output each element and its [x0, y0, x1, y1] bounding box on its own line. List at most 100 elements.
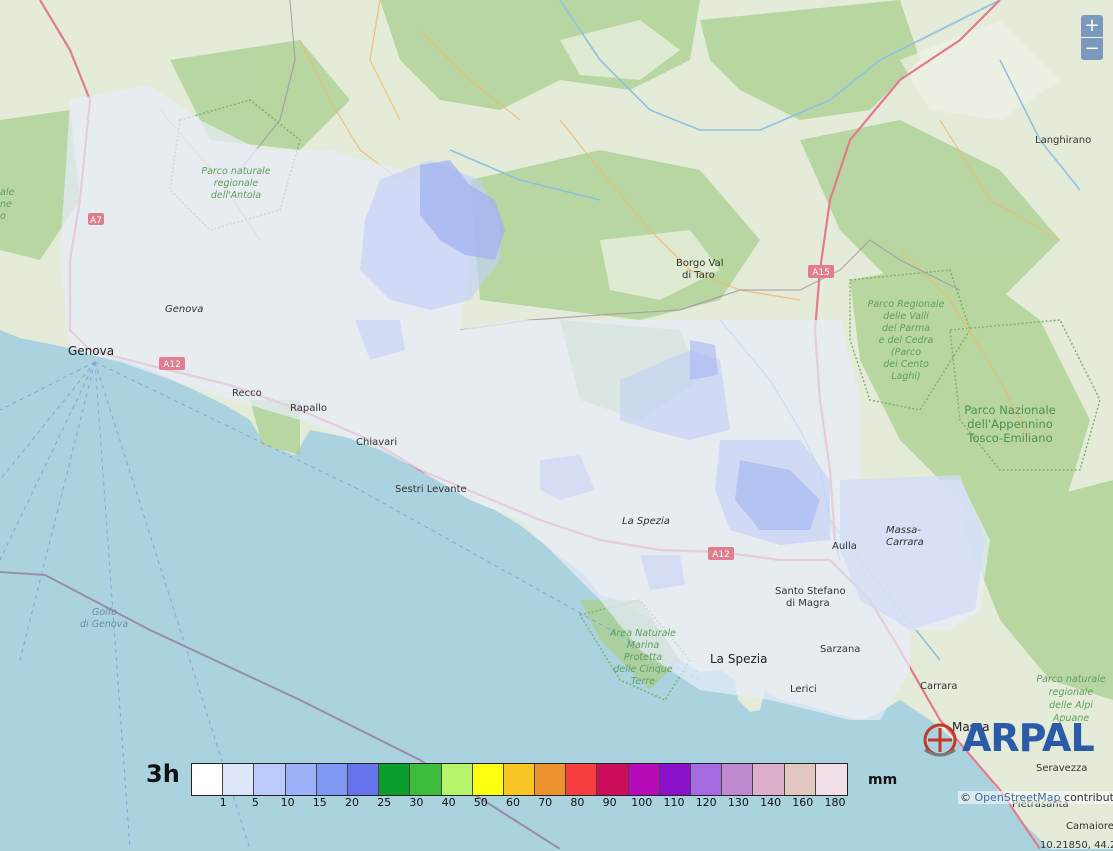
label-cedra-6: dei Cento — [883, 359, 929, 370]
legend-title: 3h — [146, 760, 180, 788]
label-cedra-2: delle Valli — [883, 311, 929, 322]
legend-tick-label: 10 — [280, 796, 295, 809]
legend-swatch — [410, 764, 442, 795]
legend-swatch — [347, 764, 380, 795]
label-appennino-1: Parco Nazionale — [964, 403, 1055, 417]
legend-tick-label: 25 — [377, 796, 392, 809]
label-chiavari: Chiavari — [356, 437, 397, 448]
label-alpi-1: Parco naturale — [1036, 674, 1105, 685]
label-cedra-7: Laghi) — [891, 371, 921, 382]
legend-tick-label: 180 — [824, 796, 846, 809]
arpal-emblem-icon — [923, 723, 957, 757]
label-cinque-3: Protetta — [624, 652, 662, 663]
legend-tick-label: 20 — [345, 796, 359, 809]
legend-swatch — [441, 764, 473, 795]
legend-swatch — [784, 764, 816, 795]
label-langhirano: Langhirano — [1035, 135, 1091, 146]
legend-swatch — [316, 764, 348, 795]
legend-swatch — [628, 764, 660, 795]
legend-tick-label: 1 — [219, 796, 227, 809]
zoom-in-button[interactable]: + — [1081, 15, 1103, 37]
label-appennino-2: dell'Appennino — [967, 417, 1053, 431]
label-left-park-1: ale — [0, 187, 14, 198]
legend-unit: mm — [868, 772, 898, 788]
label-antola-1: Parco naturale — [201, 166, 270, 177]
label-genova-region: Genova — [165, 304, 203, 315]
legend-swatch — [691, 764, 723, 795]
label-cinque-5: Terre — [631, 676, 655, 687]
label-cinque-1: Area Naturale — [609, 628, 676, 639]
label-rapallo: Rapallo — [290, 403, 327, 414]
legend-tick-label: 120 — [695, 796, 717, 809]
label-cedra-4: e del Cedra — [879, 335, 934, 346]
label-sarzana: Sarzana — [820, 644, 860, 655]
legend-tick-label: 70 — [538, 796, 553, 809]
legend-swatch — [597, 764, 629, 795]
precipitation-legend: 3h 1 5 10 15 20 25 30 40 50 60 70 80 90 100 110 120 130 1… — [140, 760, 910, 810]
label-santo-stefano: Santo Stefano — [775, 586, 846, 597]
legend-swatch — [535, 764, 567, 795]
legend-tick-label: 110 — [663, 796, 685, 809]
label-aulla: Aulla — [832, 541, 857, 552]
label-left-park-3: o — [0, 211, 6, 222]
label-antola-2: regionale — [214, 178, 259, 189]
label-genova: Genova — [68, 344, 114, 358]
legend-tick-label: 30 — [409, 796, 424, 809]
legend-color-bar — [191, 763, 848, 796]
label-massa: Massa- — [886, 525, 921, 536]
legend-tick-label: 130 — [727, 796, 749, 809]
openstreetmap-link[interactable]: OpenStreetMap — [975, 791, 1061, 804]
legend-swatch — [503, 764, 536, 795]
label-lerici: Lerici — [790, 684, 817, 695]
legend-swatch — [223, 764, 255, 795]
zoom-out-button[interactable]: − — [1081, 38, 1103, 60]
label-alpi-2: regionale — [1049, 687, 1094, 698]
label-cinque-2: Marina — [627, 640, 660, 651]
label-di-magra: di Magra — [786, 598, 830, 609]
legend-tick-label: 160 — [792, 796, 814, 809]
legend-swatch — [285, 764, 317, 795]
legend-swatch — [472, 764, 504, 795]
legend-tick-label: 50 — [473, 796, 488, 809]
label-di-genova: di Genova — [80, 619, 128, 630]
label-sestri-levante: Sestri Levante — [395, 484, 467, 495]
label-cinque-4: delle Cinque — [613, 664, 672, 675]
label-borgo-val: Borgo Val — [676, 258, 724, 269]
label-carrara-region: Carrara — [886, 537, 924, 548]
label-seravezza: Seravezza — [1036, 763, 1087, 774]
copyright-symbol: © — [960, 791, 971, 804]
label-antola-3: dell'Antola — [211, 190, 261, 201]
legend-tick-label: 100 — [631, 796, 653, 809]
label-camaiore: Camaiore — [1066, 821, 1113, 832]
legend-swatch — [379, 764, 411, 795]
label-di-taro: di Taro — [682, 270, 715, 281]
label-cedra-5: (Parco — [891, 347, 921, 358]
label-alpi-3: delle Alpi — [1049, 700, 1093, 711]
label-la-spezia: La Spezia — [710, 652, 767, 666]
legend-tick-label: 5 — [251, 796, 259, 809]
legend-swatch — [753, 764, 785, 795]
legend-ticks: 1 5 10 15 20 25 30 40 50 60 70 80 90 100 110 120 130 140 1… — [191, 796, 871, 810]
zoom-control: + − — [1081, 15, 1103, 60]
label-cedra-1: Parco Regionale — [868, 299, 945, 310]
shield-a12-east-label: A12 — [712, 550, 730, 560]
legend-tick-label: 80 — [570, 796, 585, 809]
shield-a7-label: A7 — [90, 216, 102, 226]
legend-swatch — [254, 764, 286, 795]
coordinates-readout: 10.21850, 44.2246 — [1040, 840, 1113, 851]
label-golfo: Golfo — [92, 607, 117, 618]
shield-a12-west-label: A12 — [163, 360, 181, 370]
legend-swatch — [566, 764, 598, 795]
legend-tick-label: 15 — [312, 796, 327, 809]
label-recco: Recco — [232, 388, 262, 399]
label-left-park-2: ne — [0, 199, 12, 210]
legend-swatch — [192, 764, 224, 795]
legend-tick-label: 40 — [441, 796, 456, 809]
label-carrara: Carrara — [920, 681, 958, 692]
arpal-logo-text: ARPAL — [962, 716, 1095, 760]
legend-tick-label: 90 — [602, 796, 617, 809]
label-appennino-3: Tosco-Emiliano — [966, 431, 1052, 445]
legend-tick-label: 60 — [506, 796, 520, 809]
label-cedra-3: del Parma — [882, 323, 930, 334]
legend-tick-label: 140 — [760, 796, 782, 809]
